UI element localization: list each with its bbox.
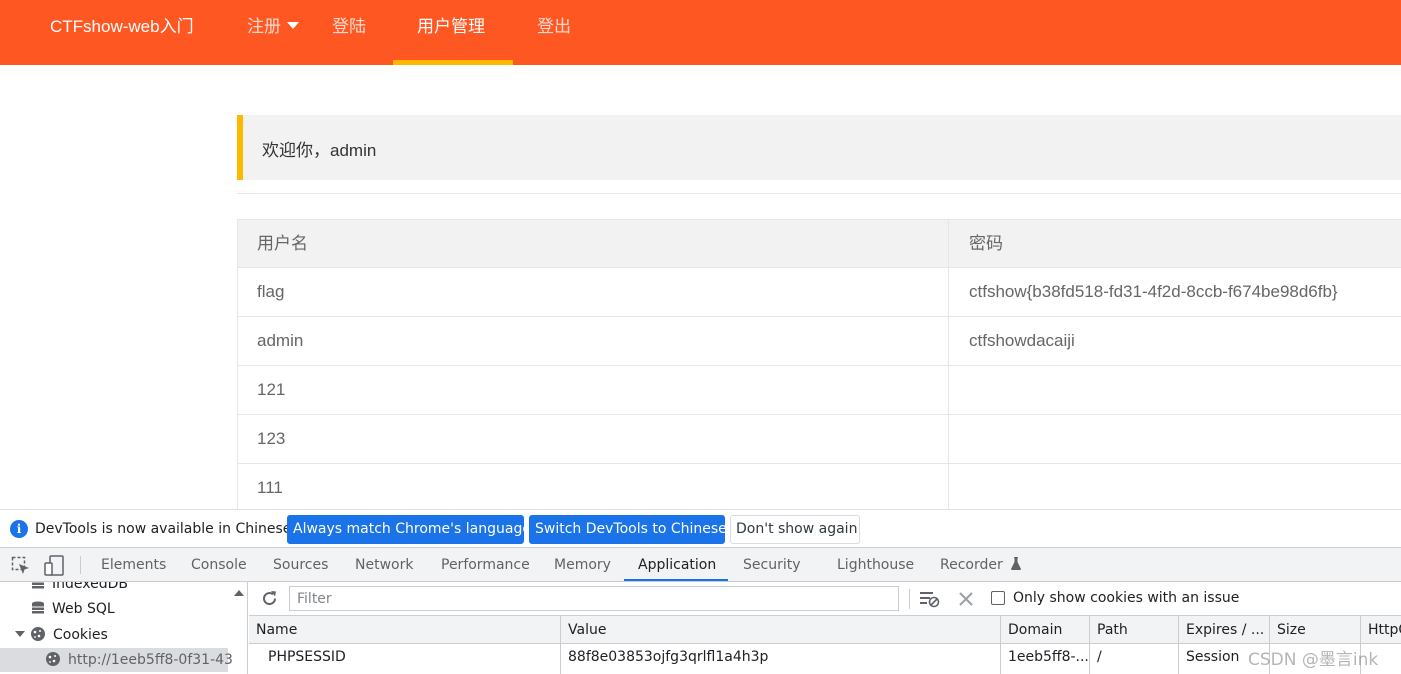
nav-logout[interactable]: 登出	[537, 17, 571, 37]
nav-login[interactable]: 登陆	[332, 17, 366, 37]
sidebar-item-label: Cookies	[53, 627, 108, 643]
header-password: 密码	[969, 234, 1003, 253]
cookie-icon	[46, 652, 60, 666]
cookie-path[interactable]: /	[1090, 644, 1179, 674]
sidebar-item-label: Web SQL	[52, 601, 115, 617]
sidebar-item-label: IndexedDB	[52, 582, 128, 592]
delete-icon[interactable]	[959, 592, 973, 606]
tab-application[interactable]: Application	[638, 557, 716, 573]
cell-password	[950, 415, 1401, 463]
cell-username: flag	[238, 268, 949, 316]
application-sidebar: IndexedDB Web SQL Cookies http://1eeb5ff…	[0, 582, 248, 674]
tab-sources[interactable]: Sources	[273, 557, 328, 573]
clear-filtered-cookies-icon[interactable]	[920, 590, 940, 608]
always-match-language-button[interactable]: Always match Chrome's language	[287, 515, 531, 544]
brand-logo[interactable]: CTFshow-web入门	[50, 17, 194, 37]
sidebar-item-websql[interactable]: Web SQL	[30, 601, 115, 617]
toolbar-divider	[909, 589, 910, 609]
sidebar-item-label: http://1eeb5ff8-0f31-43	[68, 652, 233, 668]
info-icon: i	[10, 520, 28, 538]
table-header-row: 用户名 密码	[238, 219, 1401, 268]
column-path[interactable]: Path	[1090, 616, 1179, 643]
expand-triangle-icon[interactable]	[15, 629, 25, 639]
nav-register-label: 注册	[247, 17, 281, 36]
tab-lighthouse[interactable]: Lighthouse	[837, 557, 914, 573]
cell-password: ctfshowdacaiji	[969, 331, 1075, 350]
cell-username: 111	[238, 464, 949, 512]
table-row[interactable]: PHPSESSID 88f8e03853ojfg3qrlfl1a4h3p 1ee…	[249, 644, 1401, 674]
devtools-language-infobar: i DevTools is now available in Chinese! …	[0, 509, 1401, 547]
sidebar-item-cookies[interactable]: Cookies	[15, 626, 108, 643]
users-table: 用户名 密码 flag ctfshow{b38fd518-fd31-4f2d-8…	[237, 219, 1401, 513]
divider	[237, 193, 1401, 194]
header-username: 用户名	[238, 220, 949, 268]
cookie-domain[interactable]: 1eeb5ff8-...	[1001, 644, 1090, 674]
nav-register[interactable]: 注册	[247, 17, 299, 37]
cell-password: ctfshow{b38fd518-fd31-4f2d-8ccb-f674be98…	[969, 282, 1338, 301]
welcome-banner: 欢迎你，admin	[237, 115, 1401, 180]
tab-performance[interactable]: Performance	[441, 557, 530, 573]
cookie-icon	[31, 627, 45, 641]
active-tab-indicator	[624, 579, 728, 581]
column-value[interactable]: Value	[561, 616, 1001, 643]
cell-username: 121	[238, 366, 949, 414]
column-name[interactable]: Name	[249, 616, 561, 643]
table-row: 123	[238, 415, 1401, 464]
tab-memory[interactable]: Memory	[554, 557, 611, 573]
filter-input[interactable]	[289, 586, 899, 611]
switch-to-chinese-button[interactable]: Switch DevTools to Chinese	[529, 515, 727, 544]
tab-console[interactable]: Console	[191, 557, 247, 573]
tab-security[interactable]: Security	[743, 557, 801, 573]
chevron-down-icon	[287, 22, 299, 30]
database-icon	[32, 582, 44, 589]
csdn-watermark: CSDN @墨言ink	[1248, 650, 1379, 670]
only-issues-label: Only show cookies with an issue	[1013, 590, 1240, 606]
tab-elements[interactable]: Elements	[101, 557, 166, 573]
cell-username: 123	[238, 415, 949, 463]
scroll-up-arrow-icon[interactable]	[234, 590, 244, 596]
inspect-element-icon[interactable]	[11, 556, 31, 576]
cookies-toolbar: Only show cookies with an issue	[249, 582, 1401, 616]
nav-user-management[interactable]: 用户管理	[417, 17, 485, 37]
column-domain[interactable]: Domain	[1001, 616, 1090, 643]
tab-network[interactable]: Network	[355, 557, 413, 573]
table-row: 121	[238, 366, 1401, 415]
toolbar-divider	[80, 556, 81, 574]
cell-username: admin	[238, 317, 949, 365]
column-size[interactable]: Size	[1270, 616, 1361, 643]
flask-icon	[1011, 557, 1022, 570]
cell-password	[950, 464, 1401, 512]
cell-password	[950, 366, 1401, 414]
sidebar-item-indexeddb[interactable]: IndexedDB	[30, 582, 128, 592]
table-row: 111	[238, 464, 1401, 513]
only-issues-checkbox[interactable]	[991, 591, 1005, 605]
top-nav: CTFshow-web入门 注册 登陆 用户管理 登出	[0, 0, 1401, 65]
table-row: flag ctfshow{b38fd518-fd31-4f2d-8ccb-f67…	[238, 268, 1401, 317]
database-icon	[32, 601, 44, 614]
tab-recorder-label: Recorder	[940, 557, 1003, 573]
cookies-grid-header: Name Value Domain Path Expires / ... Siz…	[249, 616, 1401, 644]
refresh-icon[interactable]	[261, 590, 278, 607]
device-toolbar-icon[interactable]	[44, 555, 66, 576]
welcome-text: 欢迎你，admin	[262, 141, 377, 160]
cookie-value[interactable]: 88f8e03853ojfg3qrlfl1a4h3p	[561, 644, 1001, 674]
active-nav-indicator	[393, 60, 513, 65]
infobar-message: DevTools is now available in Chinese!	[35, 521, 297, 537]
column-expires[interactable]: Expires / ...	[1179, 616, 1270, 643]
tab-recorder[interactable]: Recorder	[940, 557, 1022, 573]
table-row: admin ctfshowdacaiji	[238, 317, 1401, 366]
column-httponly[interactable]: HttpO	[1361, 616, 1401, 643]
sidebar-item-cookie-origin[interactable]: http://1eeb5ff8-0f31-43	[0, 648, 233, 672]
cookie-name[interactable]: PHPSESSID	[249, 644, 561, 674]
devtools-tabbar: Elements Console Sources Network Perform…	[0, 547, 1401, 582]
dont-show-again-button[interactable]: Don't show again	[730, 515, 860, 544]
